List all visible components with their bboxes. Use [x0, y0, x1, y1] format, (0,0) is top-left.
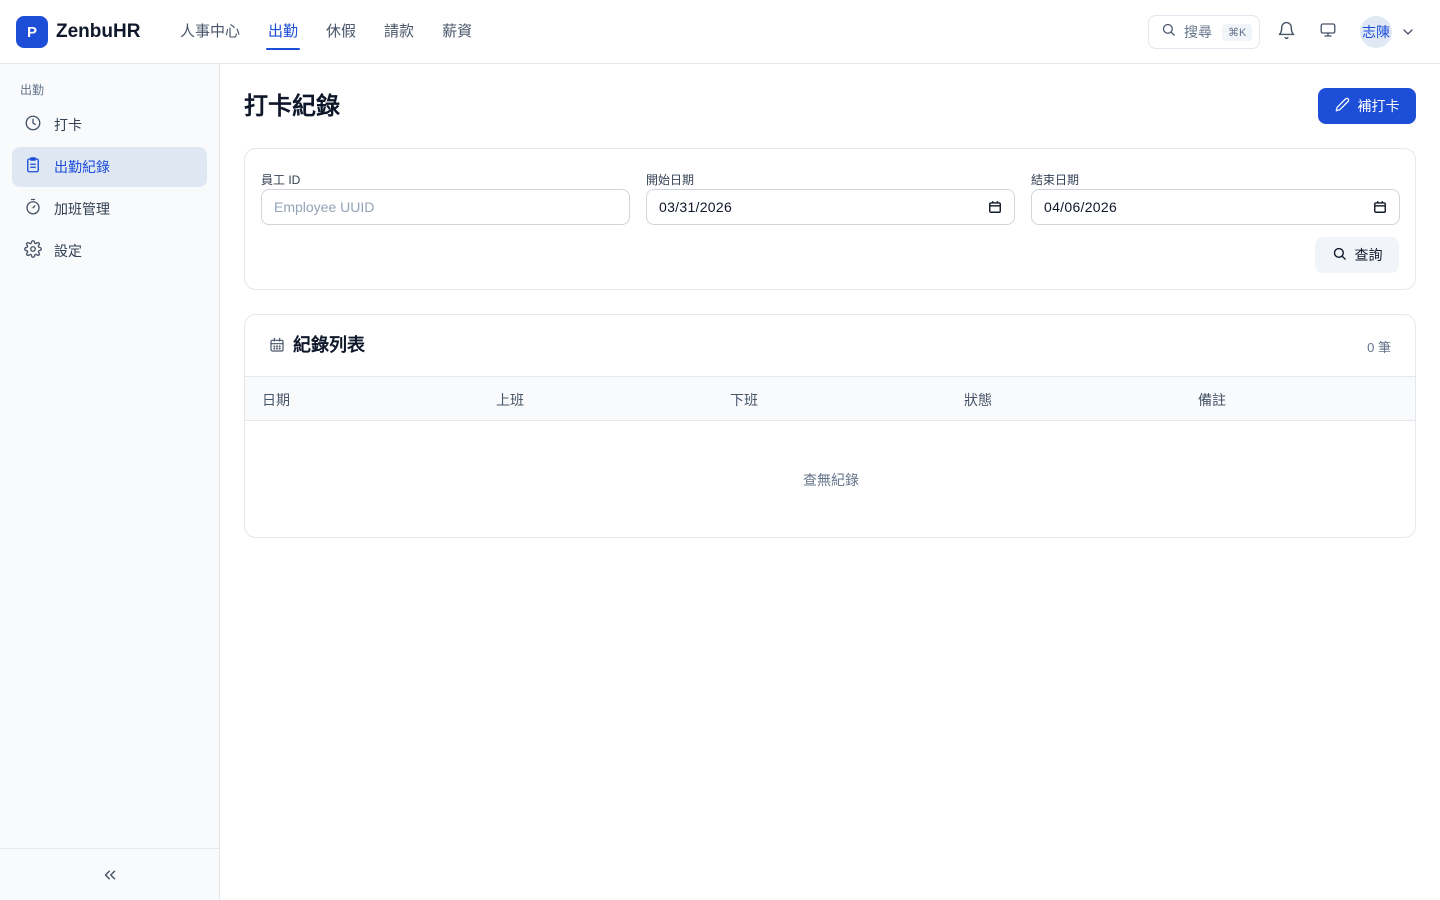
calendar-icon[interactable] [988, 200, 1002, 214]
employee-id-label: 員工 ID [261, 173, 301, 187]
records-table-header: 日期 上班 下班 狀態 備註 [245, 376, 1415, 421]
search-label: 搜尋 [1184, 24, 1212, 40]
sidebar-item-overtime[interactable]: 加班管理 [12, 189, 207, 229]
clipboard-icon [24, 156, 42, 179]
top-nav-attendance[interactable]: 出勤 [260, 0, 306, 64]
gear-icon [24, 239, 42, 263]
end-date-value: 04/06/2026 [1044, 199, 1118, 215]
calendar-icon [269, 337, 285, 353]
search-icon [1161, 22, 1176, 42]
top-bar: P ZenbuHR 人事中心 出勤 休假 請款 薪資 搜尋 ⌘K 志陳 [0, 0, 1440, 64]
chevrons-left-icon[interactable] [98, 863, 122, 887]
calendar-icon[interactable] [1373, 200, 1387, 214]
pencil-icon [1335, 97, 1350, 115]
query-label: 查詢 [1354, 247, 1383, 263]
sidebar-footer [0, 848, 219, 900]
column-header-clock-out: 下班 [730, 392, 758, 408]
records-count: 0 筆 [1367, 340, 1391, 355]
global-search-button[interactable]: 搜尋 ⌘K [1148, 15, 1260, 49]
clock-icon [24, 114, 42, 137]
start-date-value: 03/31/2026 [659, 199, 733, 215]
top-nav-hr-center[interactable]: 人事中心 [172, 0, 248, 64]
employee-id-placeholder: Employee UUID [274, 199, 375, 215]
sidebar-item-settings[interactable]: 設定 [12, 231, 207, 271]
page-title: 打卡紀錄 [244, 93, 340, 120]
sidebar: 出勤 打卡 出勤紀錄 加班管理 設定 [0, 64, 220, 900]
column-header-date: 日期 [262, 392, 290, 408]
user-avatar[interactable]: 志陳 [1360, 16, 1392, 48]
app-name[interactable]: ZenbuHR [56, 20, 140, 44]
chevron-down-icon[interactable] [1400, 24, 1416, 40]
sidebar-item-label: 打卡 [54, 117, 82, 133]
end-date-label: 結束日期 [1031, 173, 1080, 187]
empty-state-text: 查無紀錄 [803, 472, 859, 488]
top-nav: 人事中心 出勤 休假 請款 薪資 [172, 0, 492, 64]
filter-card: 員工 ID Employee UUID 開始日期 03/31/2026 結束日期… [244, 148, 1416, 290]
app-logo[interactable]: P [16, 16, 48, 48]
column-header-status: 狀態 [964, 392, 992, 408]
employee-id-field[interactable]: Employee UUID [261, 189, 630, 225]
column-header-clock-in: 上班 [496, 392, 524, 408]
manual-punch-button[interactable]: 補打卡 [1318, 88, 1416, 124]
sidebar-item-attendance-records[interactable]: 出勤紀錄 [12, 147, 207, 187]
sidebar-item-label: 加班管理 [54, 201, 110, 217]
end-date-field[interactable]: 04/06/2026 [1031, 189, 1400, 225]
monitor-icon[interactable] [1316, 18, 1340, 42]
records-card: 紀錄列表 0 筆 日期 上班 下班 狀態 備註 查無紀錄 [244, 314, 1416, 538]
search-icon [1332, 246, 1347, 264]
start-date-field[interactable]: 03/31/2026 [646, 189, 1015, 225]
query-button[interactable]: 查詢 [1315, 237, 1399, 273]
top-nav-payroll[interactable]: 薪資 [434, 0, 480, 64]
records-title: 紀錄列表 [293, 335, 365, 355]
manual-punch-label: 補打卡 [1357, 98, 1400, 114]
start-date-label: 開始日期 [646, 173, 695, 187]
bell-icon[interactable] [1274, 18, 1298, 42]
stopwatch-icon [24, 198, 42, 221]
top-nav-leave[interactable]: 休假 [318, 0, 364, 64]
sidebar-item-label: 出勤紀錄 [54, 159, 110, 175]
column-header-note: 備註 [1198, 392, 1226, 408]
sidebar-section-title: 出勤 [20, 83, 45, 97]
sidebar-item-clock-in[interactable]: 打卡 [12, 105, 207, 145]
search-shortcut: ⌘K [1222, 23, 1253, 41]
top-nav-expense[interactable]: 請款 [376, 0, 422, 64]
sidebar-item-label: 設定 [54, 243, 82, 259]
